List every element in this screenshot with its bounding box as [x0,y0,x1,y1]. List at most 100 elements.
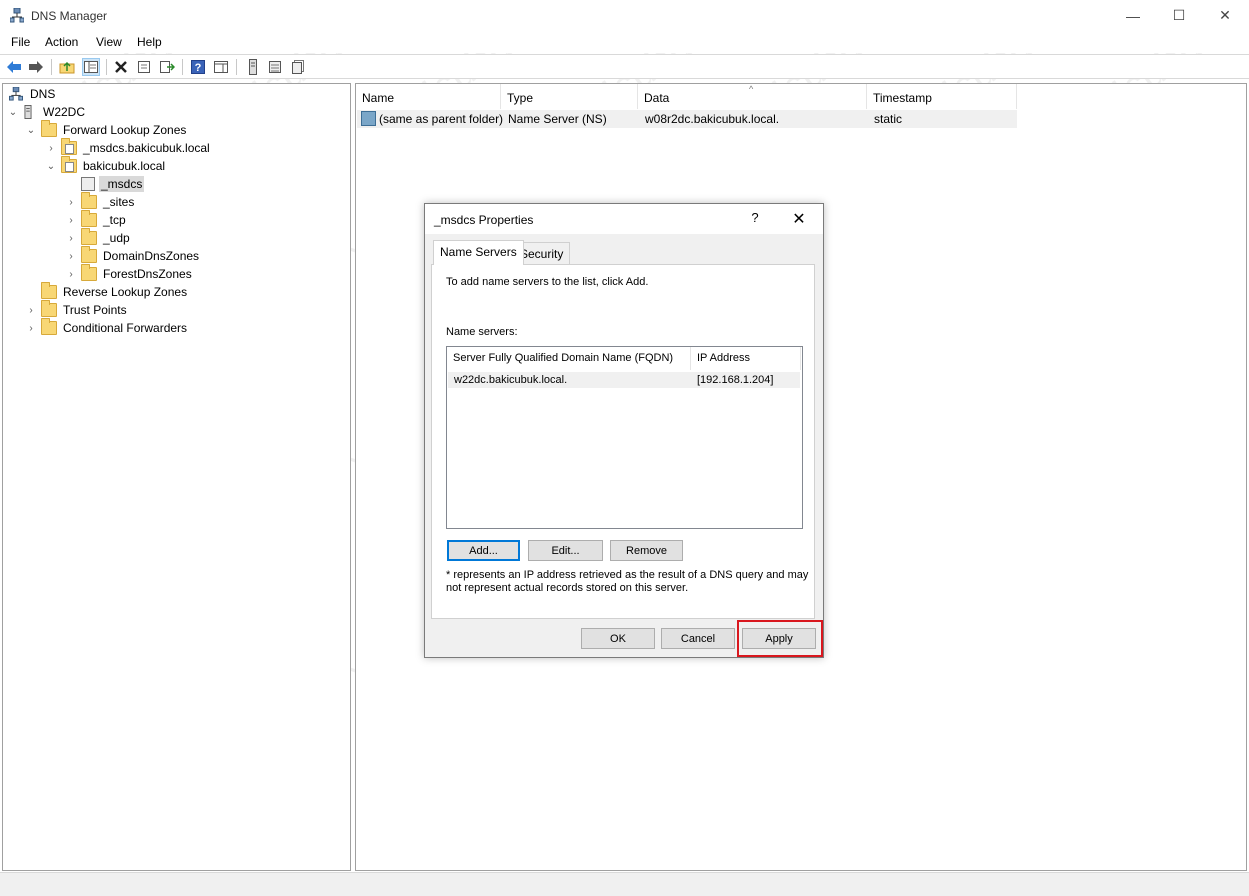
svg-text:?: ? [195,62,202,74]
ok-button[interactable]: OK [581,628,655,649]
cancel-button[interactable]: Cancel [661,628,735,649]
column-header-fqdn[interactable]: Server Fully Qualified Domain Name (FQDN… [447,347,691,370]
tree-label: ForestDnsZones [103,267,192,281]
name-servers-label: Name servers: [446,326,518,338]
expand-chevron-icon[interactable]: › [65,215,77,226]
tab-name-servers[interactable]: Name Servers [433,240,524,265]
tree-label: Forward Lookup Zones [63,123,187,137]
remove-server-button[interactable]: Remove [610,540,683,561]
column-header-ip[interactable]: IP Address [691,347,801,370]
window-title: DNS Manager [31,9,108,23]
column-header-name[interactable]: Name [356,84,501,109]
cell-name: (same as parent folder) [379,112,504,126]
show-hide-console-tree-icon[interactable] [82,58,100,76]
expand-chevron-icon[interactable]: › [65,233,77,244]
expand-chevron-icon[interactable]: › [25,323,37,334]
server-ip: [192.168.1.204] [697,374,774,386]
status-bar [0,872,1249,896]
expand-chevron-icon[interactable]: › [45,143,57,154]
expand-chevron-icon[interactable]: › [65,269,77,280]
sort-arrow-icon: ^ [749,84,754,94]
dialog-title: _msdcs Properties [434,213,534,227]
server-fqdn: w22dc.bakicubuk.local. [454,374,568,386]
cell-timestamp: static [874,112,903,126]
title-bar: DNS Manager — ☐ ✕ [0,0,1249,31]
column-header-timestamp[interactable]: Timestamp [867,84,1017,109]
tree-node-forestdnszones[interactable]: › ForestDnsZones [65,264,194,283]
apply-highlight-box [737,620,823,657]
menu-file[interactable]: File [11,35,30,49]
collapse-chevron-icon[interactable]: ⌄ [25,125,37,136]
tree-node-msdcs-zone[interactable]: › _msdcs.bakicubuk.local [45,138,212,157]
tree-label: bakicubuk.local [83,159,166,173]
tree-label: DomainDnsZones [103,249,200,263]
zone-icon [61,156,77,173]
tree-node-domain-zone[interactable]: ⌄ bakicubuk.local [45,156,167,175]
folder-icon [81,210,97,227]
expand-chevron-icon[interactable]: › [65,197,77,208]
folder-icon [81,246,97,263]
tree-node-dns[interactable]: DNS [6,85,57,103]
server-icon[interactable] [244,58,262,76]
zone-icon [61,138,77,155]
properties-icon[interactable] [135,58,153,76]
forward-arrow-icon[interactable] [27,58,45,76]
column-header-type[interactable]: Type [501,84,638,109]
menu-help[interactable]: Help [137,35,162,49]
list-item[interactable]: w22dc.bakicubuk.local. [192.168.1.204] [448,372,800,388]
record-icon[interactable] [289,58,307,76]
server-icon [24,105,32,119]
tree-label: _msdcs.bakicubuk.local [83,141,210,155]
tree-node-reverse-lookup-zones[interactable]: Reverse Lookup Zones [25,282,189,301]
add-server-button[interactable]: Add... [447,540,520,561]
tree-label: Reverse Lookup Zones [63,285,188,299]
folder-icon [41,318,57,335]
menu-view[interactable]: View [96,35,122,49]
collapse-chevron-icon[interactable]: ⌄ [7,107,19,118]
folder-icon [81,264,97,281]
help-icon[interactable]: ? [189,58,207,76]
delegation-icon [81,177,95,191]
menu-bar: File Action View Help [0,31,1249,53]
dialog-title-bar: _msdcs Properties ? ✕ [425,204,823,234]
table-row[interactable]: (same as parent folder) Name Server (NS)… [357,110,1017,128]
minimize-button[interactable]: — [1110,0,1156,31]
tree-node-forward-lookup-zones[interactable]: ⌄ Forward Lookup Zones [25,120,188,139]
maximize-button[interactable]: ☐ [1156,0,1202,31]
tree-node-server[interactable]: ⌄ W22DC [7,103,87,121]
up-folder-icon[interactable] [58,58,76,76]
help-button[interactable]: ? [743,210,767,228]
tree-node-udp[interactable]: › _udp [65,228,132,247]
tree-node-conditional-forwarders[interactable]: › Conditional Forwarders [25,318,189,337]
edit-server-button[interactable]: Edit... [528,540,603,561]
dns-icon [9,87,23,101]
tree-node-domaindnszones[interactable]: › DomainDnsZones [65,246,201,265]
close-dialog-button[interactable]: ✕ [787,209,811,229]
export-list-icon[interactable] [158,58,176,76]
tree-node-tcp[interactable]: › _tcp [65,210,128,229]
tree-node-trust-points[interactable]: › Trust Points [25,300,129,319]
folder-icon [81,192,97,209]
tree-label: _msdcs [99,176,145,192]
tree-node-sites[interactable]: › _sites [65,192,136,211]
expand-chevron-icon[interactable]: › [65,251,77,262]
delete-icon[interactable] [112,58,130,76]
name-servers-list: Server Fully Qualified Domain Name (FQDN… [446,346,803,529]
cell-data: w08r2dc.bakicubuk.local. [645,112,780,126]
action-pane-icon[interactable] [212,58,230,76]
record-icon [361,111,376,126]
cell-type: Name Server (NS) [508,112,607,126]
folder-icon [81,228,97,245]
zone-icon[interactable] [266,58,284,76]
tree-label: Conditional Forwarders [63,321,188,335]
close-window-button[interactable]: ✕ [1202,0,1248,31]
name-servers-panel: To add name servers to the list, click A… [431,264,815,619]
back-arrow-icon[interactable] [5,58,23,76]
tree-label: _udp [103,231,130,245]
tree-node-msdcs[interactable]: _msdcs [65,175,145,193]
menu-action[interactable]: Action [45,35,78,49]
collapse-chevron-icon[interactable]: ⌄ [45,161,57,172]
expand-chevron-icon[interactable]: › [25,305,37,316]
note-text: * represents an IP address retrieved as … [446,569,809,581]
tree-label: _sites [103,195,135,209]
